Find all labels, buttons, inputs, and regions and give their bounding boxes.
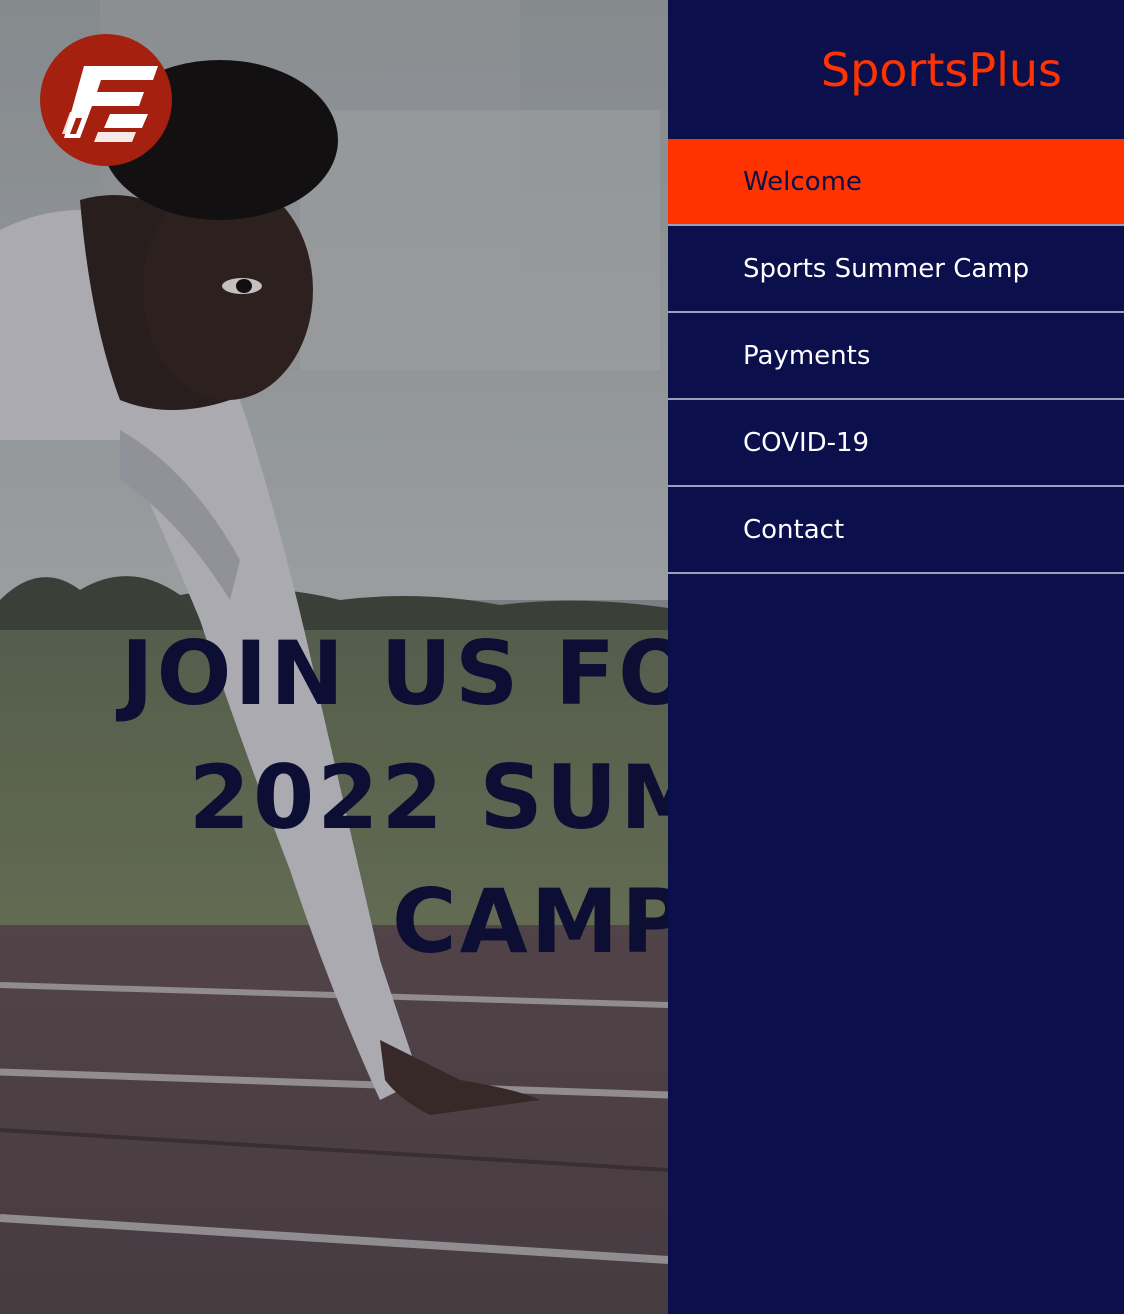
menu-item-contact[interactable]: Contact <box>668 487 1124 574</box>
menu-item-welcome[interactable]: Welcome <box>668 139 1124 226</box>
menu-item-covid-19[interactable]: COVID-19 <box>668 400 1124 487</box>
sportsplus-logo-icon[interactable] <box>40 34 172 166</box>
side-navigation-menu: SportsPlus Welcome Sports Summer Camp Pa… <box>668 0 1124 1314</box>
menu-list: Welcome Sports Summer Camp Payments COVI… <box>668 139 1124 574</box>
logo-badge <box>40 34 172 166</box>
menu-item-payments[interactable]: Payments <box>668 313 1124 400</box>
brand-title[interactable]: SportsPlus <box>821 40 1062 100</box>
page: JOIN US FOR THE 2022 SUMMER CAMP! Sports… <box>0 0 1124 1314</box>
menu-item-sports-summer-camp[interactable]: Sports Summer Camp <box>668 226 1124 313</box>
